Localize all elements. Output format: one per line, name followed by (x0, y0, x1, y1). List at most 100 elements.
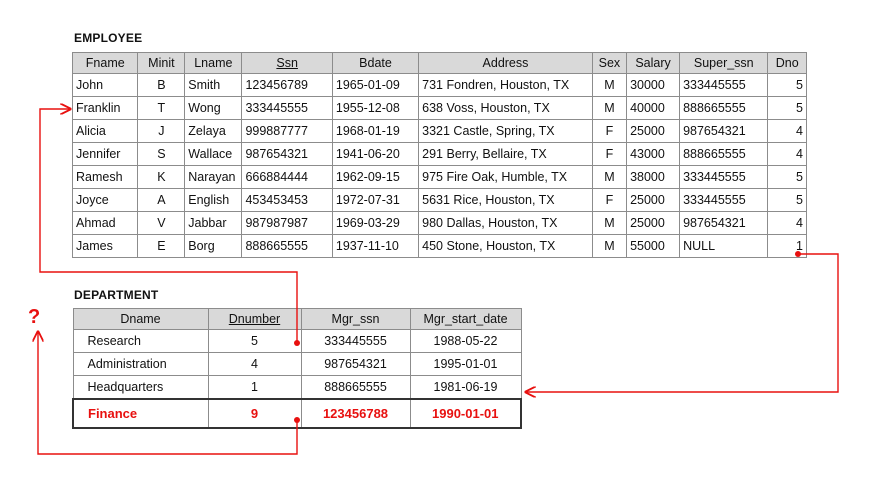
employee-cell-bdate: 1962-09-15 (331, 165, 420, 189)
department-cell-mgr-start-date: 1981-06-19 (409, 375, 522, 400)
employee-cell-bdate: 1972-07-31 (331, 188, 420, 212)
employee-cell-bdate: 1955-12-08 (331, 96, 420, 120)
employee-cell-lname: Wong (184, 96, 243, 120)
employee-cell-minit: S (137, 142, 186, 166)
employee-cell-super-ssn: 333445555 (679, 165, 769, 189)
department-row: Research 5 333445555 1988-05-22 (72, 329, 522, 353)
col-ssn: Ssn (241, 52, 333, 74)
department-cell-mgr-ssn: 987654321 (300, 352, 411, 376)
employee-cell-ssn: 333445555 (241, 96, 333, 120)
employee-row: Alicia J Zelaya 999887777 1968-01-19 3321 Cas… (71, 119, 807, 143)
col-lname: Lname (184, 52, 243, 74)
department-cell-dname: Research (72, 329, 209, 353)
employee-table: Fname Minit Lname Ssn Bdate Address Sex … (71, 52, 807, 258)
employee-cell-dno: 1 (767, 234, 807, 258)
employee-row: Ahmad V Jabbar 987987987 1969-03-29 980 Dalla… (71, 211, 807, 235)
department-cell-dnumber: 5 (207, 329, 302, 353)
employee-cell-sex: M (591, 73, 628, 97)
employee-cell-fname: Franklin (71, 96, 139, 120)
new-row-cell-dnumber: 9 (207, 398, 302, 429)
employee-cell-minit: T (137, 96, 186, 120)
department-cell-dnumber: 1 (207, 375, 302, 400)
department-cell-mgr-ssn: 888665555 (300, 375, 411, 400)
employee-cell-lname: Borg (184, 234, 243, 258)
employee-cell-ssn: 888665555 (241, 234, 333, 258)
employee-cell-super-ssn: 888665555 (679, 96, 769, 120)
employee-cell-super-ssn: 333445555 (679, 73, 769, 97)
employee-cell-salary: 25000 (626, 119, 681, 143)
department-row: Administration 4 987654321 1995-01-01 (72, 352, 522, 376)
employee-cell-sex: F (591, 188, 628, 212)
employee-cell-bdate: 1941-06-20 (331, 142, 420, 166)
employee-cell-super-ssn: 888665555 (679, 142, 769, 166)
new-row-cell-mgr-start-date: 1990-01-01 (409, 398, 522, 429)
new-row-cell-mgr-ssn: 123456788 (300, 398, 411, 429)
employee-cell-address: 5631 Rice, Houston, TX (418, 188, 593, 212)
arrow-dno-to-department (526, 253, 839, 392)
employee-cell-bdate: 1965-01-09 (331, 73, 420, 97)
department-table: Dname Dnumber Mgr_ssn Mgr_start_date Res… (72, 308, 522, 429)
department-row: Headquarters 1 888665555 1981-06-19 (72, 375, 522, 400)
employee-cell-super-ssn: 987654321 (679, 119, 769, 143)
department-title: DEPARTMENT (74, 288, 159, 302)
employee-cell-dno: 5 (767, 188, 807, 212)
col-fname: Fname (71, 52, 139, 74)
employee-cell-salary: 25000 (626, 188, 681, 212)
employee-cell-ssn: 987654321 (241, 142, 333, 166)
col-address: Address (418, 52, 593, 74)
employee-row: Joyce A English 453453453 1972-07-31 5631 Ric… (71, 188, 807, 212)
department-cell-mgr-ssn: 333445555 (300, 329, 411, 353)
employee-cell-fname: Jennifer (71, 142, 139, 166)
employee-cell-lname: Wallace (184, 142, 243, 166)
employee-cell-fname: Joyce (71, 188, 139, 212)
employee-cell-salary: 55000 (626, 234, 681, 258)
employee-cell-salary: 43000 (626, 142, 681, 166)
employee-cell-dno: 4 (767, 211, 807, 235)
col-dname: Dname (72, 308, 209, 330)
col-mgr-start-date: Mgr_start_date (409, 308, 522, 330)
employee-cell-minit: J (137, 119, 186, 143)
employee-cell-sex: F (591, 142, 628, 166)
employee-cell-salary: 40000 (626, 96, 681, 120)
employee-cell-dno: 5 (767, 73, 807, 97)
department-new-row-finance: Finance 9 123456788 1990-01-01 (72, 398, 522, 429)
col-super-ssn: Super_ssn (679, 52, 769, 74)
employee-cell-sex: M (591, 96, 628, 120)
employee-cell-minit: V (137, 211, 186, 235)
employee-header-row: Fname Minit Lname Ssn Bdate Address Sex … (71, 52, 807, 74)
employee-cell-ssn: 123456789 (241, 73, 333, 97)
employee-cell-address: 450 Stone, Houston, TX (418, 234, 593, 258)
col-dnumber: Dnumber (207, 308, 302, 330)
department-header-row: Dname Dnumber Mgr_ssn Mgr_start_date (72, 308, 522, 330)
employee-cell-ssn: 453453453 (241, 188, 333, 212)
employee-cell-lname: Smith (184, 73, 243, 97)
employee-row: Jennifer S Wallace 987654321 1941-06-20 291 B… (71, 142, 807, 166)
employee-cell-address: 731 Fondren, Houston, TX (418, 73, 593, 97)
employee-cell-fname: Alicia (71, 119, 139, 143)
employee-cell-dno: 4 (767, 142, 807, 166)
employee-row: John B Smith 123456789 1965-01-09 731 Fondren… (71, 73, 807, 97)
employee-cell-address: 3321 Castle, Spring, TX (418, 119, 593, 143)
employee-cell-ssn: 999887777 (241, 119, 333, 143)
department-cell-mgr-start-date: 1995-01-01 (409, 352, 522, 376)
col-mgr-ssn: Mgr_ssn (300, 308, 411, 330)
employee-cell-ssn: 666884444 (241, 165, 333, 189)
question-mark-annotation: ? (28, 306, 41, 328)
employee-cell-address: 291 Berry, Bellaire, TX (418, 142, 593, 166)
employee-cell-sex: F (591, 119, 628, 143)
new-row-cell-dname: Finance (72, 398, 209, 429)
employee-cell-sex: M (591, 234, 628, 258)
col-minit: Minit (137, 52, 186, 74)
employee-cell-super-ssn: 987654321 (679, 211, 769, 235)
employee-row: Franklin T Wong 333445555 1955-12-08 638 Voss… (71, 96, 807, 120)
employee-cell-minit: A (137, 188, 186, 212)
employee-cell-super-ssn: NULL (679, 234, 769, 258)
employee-cell-super-ssn: 333445555 (679, 188, 769, 212)
employee-cell-lname: Jabbar (184, 211, 243, 235)
employee-cell-salary: 38000 (626, 165, 681, 189)
employee-cell-minit: K (137, 165, 186, 189)
employee-cell-fname: Ahmad (71, 211, 139, 235)
employee-cell-bdate: 1937-11-10 (331, 234, 420, 258)
employee-cell-fname: Ramesh (71, 165, 139, 189)
employee-cell-lname: Zelaya (184, 119, 243, 143)
